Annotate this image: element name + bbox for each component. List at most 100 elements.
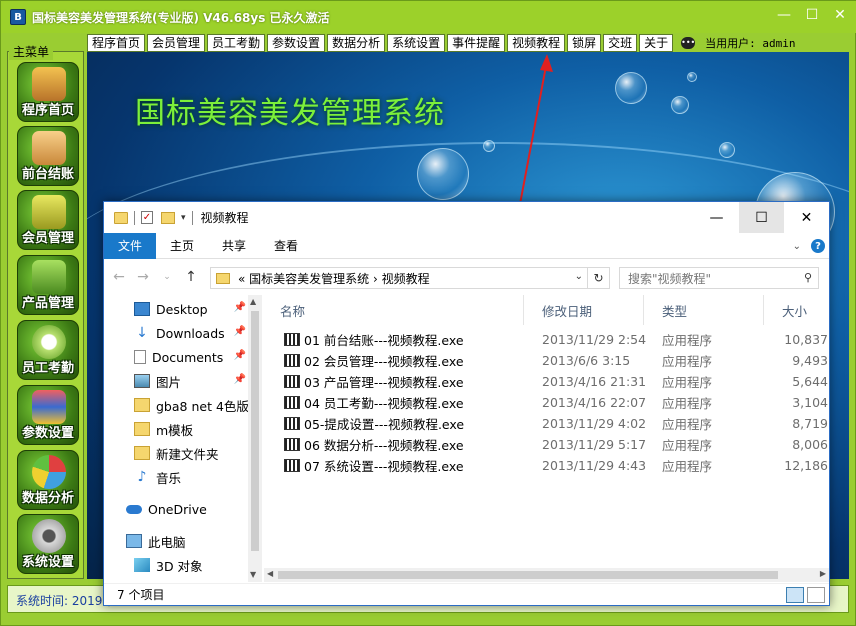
scroll-up-icon[interactable]: ▲	[250, 297, 256, 306]
column-header-date[interactable]: 修改日期	[526, 295, 644, 325]
pin-icon[interactable]: 📌	[234, 302, 246, 313]
bubble-decoration	[417, 148, 469, 200]
bubble-decoration	[719, 142, 735, 158]
file-name: 03 产品管理---视频教程.exe	[304, 375, 464, 390]
nav-item-3d-objects[interactable]: 3D 对象	[104, 553, 254, 577]
main-menu-sidebar: 程序首页 前台结账 会员管理 产品管理 员工考勤 参数设置 数据分析 系统设置	[7, 51, 84, 579]
new-folder-icon[interactable]	[161, 211, 175, 224]
menu-about[interactable]: 关于	[639, 33, 674, 52]
menu-system[interactable]: 系统设置	[387, 33, 446, 52]
menu-shift-handover[interactable]: 交班	[603, 33, 638, 52]
scroll-right-icon[interactable]: ▶	[820, 569, 826, 578]
bubble-decoration	[671, 96, 689, 114]
search-input[interactable]: 搜索"视频教程" ⚲	[619, 267, 819, 289]
file-row[interactable]: 01 前台结账---视频教程.exe 2013/11/29 2:54 应用程序 …	[264, 329, 829, 350]
expand-ribbon-icon[interactable]: ⌄	[793, 241, 801, 252]
sidebar-button-attendance[interactable]: 员工考勤	[17, 320, 79, 380]
pin-icon[interactable]: 📌	[234, 350, 246, 361]
sidebar-button-parameters[interactable]: 参数设置	[17, 385, 79, 445]
nav-item-this-pc[interactable]: 此电脑	[104, 529, 254, 553]
scroll-down-icon[interactable]: ▼	[250, 570, 256, 579]
file-size: 9,493	[792, 353, 828, 368]
large-icons-view-icon[interactable]	[807, 587, 825, 603]
file-date: 2013/11/29 2:54	[542, 332, 647, 347]
nav-item-m-template[interactable]: m模板	[104, 417, 254, 441]
recent-locations-icon[interactable]: ⌄	[158, 272, 176, 282]
close-button[interactable]: ✕	[829, 5, 851, 25]
menu-reminders[interactable]: 事件提醒	[447, 33, 506, 52]
explorer-statusbar: 7 个项目	[104, 583, 829, 605]
nav-item-pictures[interactable]: 图片 📌	[104, 369, 254, 393]
tab-home[interactable]: 主页	[156, 233, 208, 259]
navpane-scrollbar[interactable]: ▲ ▼	[248, 295, 262, 582]
tab-share[interactable]: 共享	[208, 233, 260, 259]
nav-item-downloads[interactable]: ↓ Downloads 📌	[104, 321, 254, 345]
menu-parameters[interactable]: 参数设置	[267, 33, 326, 52]
nav-item-new-folder[interactable]: 新建文件夹	[104, 441, 254, 465]
minimize-button[interactable]: —	[773, 5, 795, 25]
file-row[interactable]: 04 员工考勤---视频教程.exe 2013/4/16 22:07 应用程序 …	[264, 392, 829, 413]
nav-item-documents[interactable]: Documents 📌	[104, 345, 254, 369]
file-size: 8,006	[792, 437, 828, 452]
sidebar-button-members[interactable]: 会员管理	[17, 190, 79, 250]
details-view-icon[interactable]	[786, 587, 804, 603]
menu-analysis[interactable]: 数据分析	[327, 33, 386, 52]
help-icon[interactable]: ?	[811, 239, 825, 253]
menu-lock-screen[interactable]: 锁屏	[567, 33, 602, 52]
explorer-minimize-button[interactable]: —	[694, 202, 739, 233]
chevron-down-icon[interactable]: ⌄	[575, 271, 583, 282]
back-arrow-icon[interactable]: ←	[110, 269, 128, 285]
menu-attendance[interactable]: 员工考勤	[207, 33, 266, 52]
column-header-size[interactable]: 大小	[766, 295, 829, 325]
app-menubar: 程序首页 会员管理 员工考勤 参数设置 数据分析 系统设置 事件提醒 视频教程 …	[87, 33, 796, 52]
file-row[interactable]: 05-提成设置---视频教程.exe 2013/11/29 4:02 应用程序 …	[264, 413, 829, 434]
file-row[interactable]: 07 系统设置---视频教程.exe 2013/11/29 4:43 应用程序 …	[264, 455, 829, 476]
file-list-horizontal-scrollbar[interactable]: ◀ ▶	[264, 568, 829, 582]
sidebar-button-system[interactable]: 系统设置	[17, 514, 79, 574]
up-arrow-icon[interactable]: ↑	[182, 269, 200, 285]
address-bar[interactable]: « 国标美容美发管理系统 › 视频教程 ⌄ ↻	[210, 267, 610, 289]
nav-item-gba8[interactable]: gba8 net 4色版	[104, 393, 254, 417]
nav-item-desktop[interactable]: Desktop 📌	[104, 297, 254, 321]
maximize-button[interactable]: ☐	[801, 5, 823, 25]
refresh-icon[interactable]: ↻	[587, 268, 609, 288]
file-list-pane: ^ 名称 修改日期 类型 大小 01 前台结账---视频教程.exe 2013/…	[264, 295, 829, 582]
folder-icon	[114, 211, 128, 224]
pin-icon[interactable]: 📌	[234, 374, 246, 385]
explorer-close-button[interactable]: ✕	[784, 202, 829, 233]
sidebar-button-home[interactable]: 程序首页	[17, 62, 79, 122]
sidebar-button-analysis[interactable]: 数据分析	[17, 450, 79, 510]
chat-bubble-icon: •••	[681, 36, 696, 49]
sidebar-button-products[interactable]: 产品管理	[17, 255, 79, 315]
file-row[interactable]: 02 会员管理---视频教程.exe 2013/6/6 3:15 应用程序 9,…	[264, 350, 829, 371]
file-row[interactable]: 03 产品管理---视频教程.exe 2013/4/16 21:31 应用程序 …	[264, 371, 829, 392]
sidebar-button-checkout[interactable]: 前台结账	[17, 126, 79, 186]
tab-file[interactable]: 文件	[104, 232, 157, 259]
folder-icon	[134, 422, 150, 436]
forward-arrow-icon[interactable]: →	[134, 269, 152, 285]
scroll-left-icon[interactable]: ◀	[267, 569, 273, 578]
file-type: 应用程序	[662, 459, 713, 474]
home-icon	[32, 67, 66, 101]
properties-icon[interactable]: ✓	[141, 211, 153, 224]
file-row[interactable]: 06 数据分析---视频教程.exe 2013/11/29 5:17 应用程序 …	[264, 434, 829, 455]
folder-icon	[134, 398, 150, 412]
menu-home[interactable]: 程序首页	[87, 33, 146, 52]
quick-access-dropdown-icon[interactable]: ▾	[181, 213, 186, 223]
exe-file-icon	[284, 417, 300, 430]
tab-view[interactable]: 查看	[260, 233, 312, 259]
menu-video-tutorials[interactable]: 视频教程	[507, 33, 566, 52]
nav-item-onedrive[interactable]: OneDrive	[104, 497, 254, 521]
column-header-name[interactable]: 名称	[264, 295, 524, 325]
column-header-type[interactable]: 类型	[646, 295, 764, 325]
exe-file-icon	[284, 354, 300, 367]
current-user-label: 当用用户: admin	[705, 36, 796, 50]
nav-item-music[interactable]: ♪ 音乐	[104, 465, 254, 489]
explorer-maximize-button[interactable]: ☐	[739, 202, 784, 233]
pin-icon[interactable]: 📌	[234, 326, 246, 337]
menu-members[interactable]: 会员管理	[147, 33, 206, 52]
search-icon: ⚲	[803, 271, 812, 284]
books-icon	[32, 390, 66, 424]
address-path: « 国标美容美发管理系统 › 视频教程	[238, 271, 430, 286]
file-size: 12,186	[784, 458, 828, 473]
